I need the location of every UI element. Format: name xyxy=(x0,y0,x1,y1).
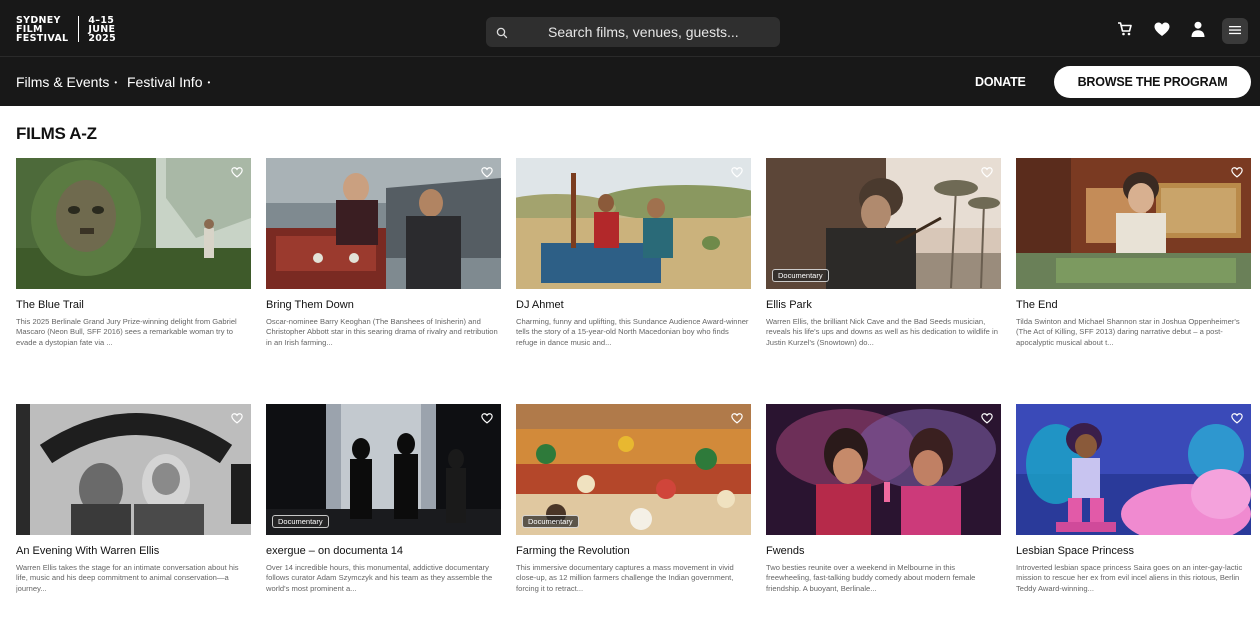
category-badge: Documentary xyxy=(522,515,579,528)
film-thumbnail[interactable] xyxy=(16,404,251,535)
film-thumbnail[interactable]: Documentary xyxy=(766,158,1001,289)
film-title[interactable]: The Blue Trail xyxy=(16,299,84,311)
film-title[interactable]: DJ Ahmet xyxy=(516,299,564,311)
dropdown-caret-icon: • xyxy=(114,78,118,87)
logo-dates: 4–15 JUNE 2025 xyxy=(88,14,116,44)
film-thumbnail[interactable]: Documentary xyxy=(266,404,501,535)
nav-festival-info-label: Festival Info xyxy=(127,74,203,90)
film-thumbnail[interactable] xyxy=(516,158,751,289)
search-bar[interactable] xyxy=(486,17,780,47)
search-input[interactable] xyxy=(548,17,773,47)
film-title[interactable]: Farming the Revolution xyxy=(516,545,630,557)
heart-outline-icon[interactable] xyxy=(479,164,495,180)
page-title: FILMS A-Z xyxy=(16,124,97,143)
search-icon[interactable] xyxy=(496,26,508,39)
film-title[interactable]: Bring Them Down xyxy=(266,299,354,311)
heart-outline-icon[interactable] xyxy=(979,410,995,426)
heart-outline-icon[interactable] xyxy=(229,410,245,426)
film-description: Tilda Swinton and Michael Shannon star i… xyxy=(1016,317,1240,347)
nav-films-events[interactable]: Films & Events • xyxy=(16,74,117,90)
nav-festival-info[interactable]: Festival Info • xyxy=(127,74,210,90)
film-thumbnail[interactable] xyxy=(16,158,251,289)
film-description: Warren Ellis, the brilliant Nick Cave an… xyxy=(766,317,998,347)
film-title[interactable]: The End xyxy=(1016,299,1058,311)
logo-name: SYDNEY FILM FESTIVAL xyxy=(16,14,69,44)
festival-logo[interactable]: SYDNEY FILM FESTIVAL 4–15 JUNE 2025 xyxy=(16,14,116,44)
film-description: Over 14 incredible hours, this monumenta… xyxy=(266,563,493,593)
menu-button[interactable] xyxy=(1222,18,1248,44)
nav-films-events-label: Films & Events xyxy=(16,74,110,90)
heart-outline-icon[interactable] xyxy=(1229,410,1245,426)
film-title[interactable]: Ellis Park xyxy=(766,299,812,311)
film-description: This 2025 Berlinale Grand Jury Prize-win… xyxy=(16,317,237,347)
heart-outline-icon[interactable] xyxy=(229,164,245,180)
film-title[interactable]: exergue – on documenta 14 xyxy=(266,545,403,557)
browse-program-button[interactable]: BROWSE THE PROGRAM xyxy=(1054,66,1251,98)
film-title[interactable]: An Evening With Warren Ellis xyxy=(16,545,159,557)
film-thumbnail[interactable] xyxy=(1016,404,1251,535)
heart-outline-icon[interactable] xyxy=(979,164,995,180)
film-thumbnail[interactable]: Documentary xyxy=(516,404,751,535)
film-description: Two besties reunite over a weekend in Me… xyxy=(766,563,976,593)
top-bar: SYDNEY FILM FESTIVAL 4–15 JUNE 2025 xyxy=(0,0,1260,56)
film-title[interactable]: Fwends xyxy=(766,545,805,557)
user-icon[interactable] xyxy=(1189,20,1207,38)
film-title[interactable]: Lesbian Space Princess xyxy=(1016,545,1134,557)
film-thumbnail[interactable] xyxy=(266,158,501,289)
heart-outline-icon[interactable] xyxy=(1229,164,1245,180)
logo-divider xyxy=(78,16,80,42)
donate-link[interactable]: DONATE xyxy=(975,75,1026,89)
film-thumbnail[interactable] xyxy=(1016,158,1251,289)
category-badge: Documentary xyxy=(272,515,329,528)
film-description: Oscar-nominee Barry Keoghan (The Banshee… xyxy=(266,317,498,347)
film-description: Warren Ellis takes the stage for an inti… xyxy=(16,563,239,593)
film-description: This immersive documentary captures a ma… xyxy=(516,563,734,593)
category-badge: Documentary xyxy=(772,269,829,282)
hamburger-icon xyxy=(1229,22,1241,40)
cart-icon[interactable] xyxy=(1116,20,1134,38)
heart-outline-icon[interactable] xyxy=(729,410,745,426)
film-description: Introverted lesbian space princess Saira… xyxy=(1016,563,1243,593)
heart-outline-icon[interactable] xyxy=(479,410,495,426)
film-description: Charming, funny and uplifting, this Sund… xyxy=(516,317,749,347)
heart-icon[interactable] xyxy=(1153,20,1171,38)
dropdown-caret-icon: • xyxy=(207,78,211,87)
heart-outline-icon[interactable] xyxy=(729,164,745,180)
film-thumbnail[interactable] xyxy=(766,404,1001,535)
